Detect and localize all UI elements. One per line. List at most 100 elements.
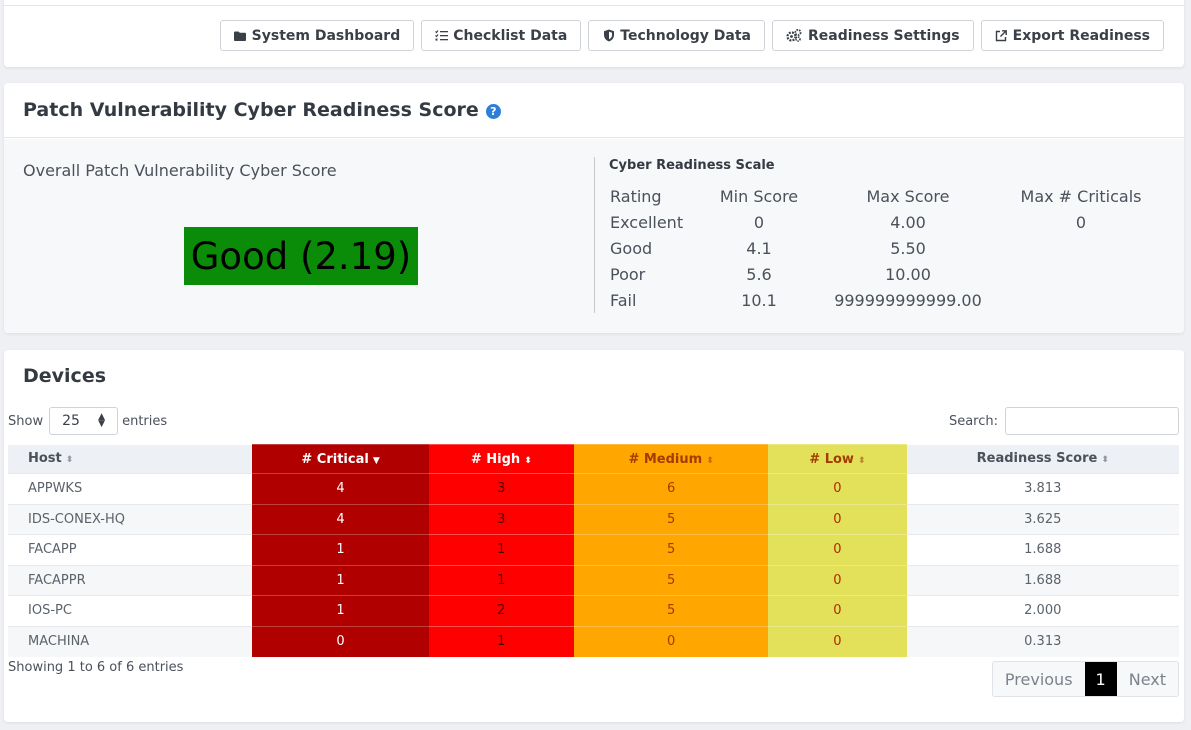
scale-max: 10.00 bbox=[885, 264, 931, 284]
column-label: Readiness Score bbox=[976, 451, 1098, 467]
select-arrows-icon: ▲ ▼ bbox=[98, 412, 106, 429]
scale-title: Cyber Readiness Scale bbox=[609, 158, 775, 173]
low-cell: 0 bbox=[768, 625, 907, 657]
scale-min: 4.1 bbox=[746, 238, 772, 258]
devices-title: Devices bbox=[23, 365, 107, 387]
toolbar: System Dashboard Checklist Data Technolo… bbox=[219, 20, 1164, 51]
score-card: Patch Vulnerability Cyber Readiness Scor… bbox=[4, 83, 1184, 333]
system-dashboard-button[interactable]: System Dashboard bbox=[219, 20, 415, 51]
table-info: Showing 1 to 6 of 6 entries bbox=[8, 660, 184, 675]
search-control: Search: bbox=[949, 407, 1179, 435]
checklist-icon bbox=[435, 29, 449, 42]
critical-cell: 4 bbox=[252, 503, 429, 535]
medium-cell: 5 bbox=[573, 595, 769, 626]
high-cell: 3 bbox=[428, 503, 574, 535]
technology-data-label: Technology Data bbox=[620, 27, 751, 44]
scale-row: Poor 5.6 10.00 bbox=[610, 261, 1146, 287]
column-label: Host bbox=[28, 451, 62, 467]
sort-icon: ⬍ bbox=[706, 455, 714, 466]
readiness-score-cell: 3.813 bbox=[906, 473, 1179, 504]
folder-icon bbox=[234, 29, 247, 42]
high-cell: 2 bbox=[428, 595, 574, 626]
previous-button[interactable]: Previous bbox=[992, 662, 1085, 696]
search-input[interactable] bbox=[1005, 407, 1179, 435]
column-label: # High bbox=[470, 451, 521, 467]
overall-score-badge: Good (2.19) bbox=[184, 227, 418, 285]
sort-icon: ⬍ bbox=[857, 455, 866, 466]
scale-header-rating: Rating bbox=[610, 186, 662, 206]
readiness-score-cell: 0.313 bbox=[906, 625, 1179, 657]
host-cell: FACAPPR bbox=[8, 564, 253, 596]
column-medium[interactable]: # Medium ⬍ bbox=[573, 444, 769, 474]
page-title: Patch Vulnerability Cyber Readiness Scor… bbox=[23, 99, 479, 121]
table-row: IOS-PC 1 2 5 0 2.000 bbox=[8, 595, 1179, 626]
devices-card: Devices Show 25 ▲ ▼ entries Search: Host ⬍… bbox=[4, 350, 1184, 722]
column-label: # Critical bbox=[301, 451, 369, 467]
scale-max: 5.50 bbox=[890, 238, 926, 258]
medium-cell: 5 bbox=[573, 564, 769, 596]
readiness-settings-button[interactable]: Readiness Settings bbox=[771, 20, 974, 51]
show-label: Show bbox=[8, 413, 44, 429]
next-button[interactable]: Next bbox=[1116, 662, 1178, 696]
toolbar-card: System Dashboard Checklist Data Technolo… bbox=[4, 0, 1184, 67]
external-link-icon bbox=[995, 29, 1008, 42]
readiness-score-cell: 1.688 bbox=[906, 534, 1179, 565]
scale-criticals bbox=[1016, 235, 1146, 261]
column-high[interactable]: # High ⬍ bbox=[428, 444, 574, 474]
host-cell: APPWKS bbox=[8, 473, 253, 504]
critical-cell: 4 bbox=[252, 473, 429, 504]
host-cell: MACHINA bbox=[8, 625, 253, 657]
critical-cell: 1 bbox=[252, 534, 429, 565]
table-header-row: Host ⬍ # Critical ▼ # High ⬍ # Medium ⬍ # Lo… bbox=[8, 444, 1179, 474]
high-cell: 1 bbox=[428, 625, 574, 657]
technology-data-button[interactable]: Technology Data bbox=[588, 20, 765, 51]
scale-max: 999999999999.00 bbox=[834, 290, 982, 310]
critical-cell: 1 bbox=[252, 595, 429, 626]
table-row: IDS-CONEX-HQ 4 3 5 0 3.625 bbox=[8, 503, 1179, 535]
column-critical[interactable]: # Critical ▼ bbox=[252, 444, 429, 474]
scale-criticals bbox=[1016, 287, 1146, 313]
help-icon[interactable]: ? bbox=[485, 103, 501, 119]
scale-row: Good 4.1 5.50 bbox=[610, 235, 1146, 261]
host-cell: IDS-CONEX-HQ bbox=[8, 503, 253, 535]
export-readiness-button[interactable]: Export Readiness bbox=[980, 20, 1164, 51]
column-host[interactable]: Host ⬍ bbox=[8, 444, 253, 474]
page-length-control: Show 25 ▲ ▼ entries bbox=[8, 407, 167, 435]
page-length-select[interactable]: 25 ▲ ▼ bbox=[49, 407, 119, 435]
gears-icon bbox=[786, 29, 803, 42]
table-row: MACHINA 0 1 0 0 0.313 bbox=[8, 625, 1179, 657]
low-cell: 0 bbox=[768, 534, 907, 565]
scale-max: 4.00 bbox=[890, 212, 926, 232]
table-row: FACAPP 1 1 5 0 1.688 bbox=[8, 534, 1179, 565]
sort-icon: ⬍ bbox=[65, 455, 74, 466]
devices-table: Host ⬍ # Critical ▼ # High ⬍ # Medium ⬍ # Lo… bbox=[8, 444, 1179, 657]
scale-min: 0 bbox=[753, 212, 765, 232]
column-low[interactable]: # Low ⬍ bbox=[768, 444, 907, 474]
table-row: FACAPPR 1 1 5 0 1.688 bbox=[8, 564, 1179, 596]
checklist-data-button[interactable]: Checklist Data bbox=[421, 20, 582, 51]
high-cell: 1 bbox=[428, 564, 574, 596]
score-card-body: Overall Patch Vulnerability Cyber Score … bbox=[4, 139, 1184, 333]
page-1-button[interactable]: 1 bbox=[1084, 662, 1117, 696]
column-label: # Medium bbox=[628, 451, 703, 467]
critical-cell: 0 bbox=[252, 625, 429, 657]
scale-min: 10.1 bbox=[741, 290, 777, 310]
overall-score-label: Overall Patch Vulnerability Cyber Score bbox=[23, 161, 337, 180]
search-label: Search: bbox=[948, 413, 998, 429]
column-label: # Low bbox=[809, 451, 854, 467]
medium-cell: 5 bbox=[573, 534, 769, 565]
scale-rating: Good bbox=[610, 238, 653, 258]
low-cell: 0 bbox=[768, 503, 907, 535]
page-length-value: 25 bbox=[62, 413, 80, 429]
readiness-score-cell: 3.625 bbox=[906, 503, 1179, 535]
scale-rating: Fail bbox=[610, 290, 637, 310]
sort-desc-icon: ▼ bbox=[372, 455, 380, 466]
host-cell: IOS-PC bbox=[8, 595, 253, 626]
scale-header-min: Min Score bbox=[719, 186, 799, 206]
readiness-scale-table: Rating Min Score Max Score Max # Critica… bbox=[610, 183, 1146, 313]
readiness-settings-label: Readiness Settings bbox=[807, 27, 960, 44]
medium-cell: 5 bbox=[573, 503, 769, 535]
scale-header-max: Max Score bbox=[866, 186, 950, 206]
column-readiness-score[interactable]: Readiness Score ⬍ bbox=[906, 444, 1179, 474]
medium-cell: 6 bbox=[573, 473, 769, 504]
